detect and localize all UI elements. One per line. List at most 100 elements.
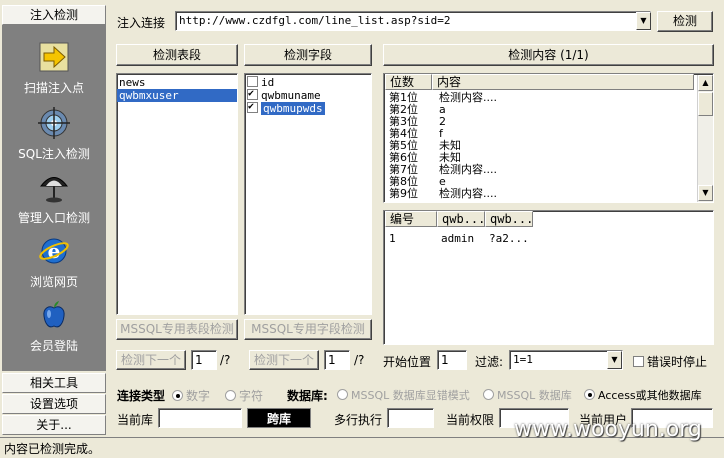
- content-grid[interactable]: 位数 内容 第1位 检测内容.... 第2位 a 第3位 2 第4位 f 第5位 未知 第6位 未知第…: [383, 73, 714, 203]
- field-page-total: /?: [354, 353, 365, 367]
- stop-on-error-option[interactable]: 错误时停止: [633, 353, 707, 370]
- nav-scan-injection[interactable]: 扫描注入点: [2, 37, 106, 99]
- field-checkbox[interactable]: [247, 100, 258, 113]
- tab-related-tools[interactable]: 相关工具: [2, 373, 106, 393]
- type-numeric-radio[interactable]: [172, 390, 183, 401]
- fields-list[interactable]: id qwbmuname qwbmupwds: [244, 73, 372, 315]
- db-mssql-error-option[interactable]: MSSQL 数据库显错模式: [337, 387, 470, 403]
- chevron-down-icon: ▼: [611, 355, 618, 364]
- connection-type-label: 连接类型: [117, 389, 166, 403]
- db-mssql-label: MSSQL 数据库: [497, 389, 572, 402]
- field-name: qwbmupwds: [261, 102, 325, 115]
- current-db-label: 当前库: [117, 413, 154, 427]
- stop-on-error-checkbox[interactable]: [633, 356, 644, 367]
- sidebar: 注入检测 扫描注入点 SQL注入检测 管理入口检测 e 浏览网页 会员登陆 相关…: [0, 0, 108, 437]
- list-item[interactable]: news: [117, 76, 237, 89]
- detect-content-button[interactable]: 检测内容 (1/1): [383, 44, 714, 66]
- result-header-id[interactable]: 编号: [385, 211, 437, 227]
- svg-text:e: e: [48, 239, 61, 263]
- list-item[interactable]: id: [245, 76, 371, 89]
- next-table-button[interactable]: 检测下一个: [116, 350, 186, 370]
- cell-content: 检测内容....: [439, 163, 497, 176]
- table-row[interactable]: 1 admin ?a2...: [389, 232, 529, 245]
- cell-id: 1: [389, 232, 396, 245]
- status-text: 内容已检测完成。: [4, 442, 101, 456]
- detect-tables-button[interactable]: 检测表段: [116, 44, 238, 66]
- db-mssql-error-radio[interactable]: [337, 389, 348, 400]
- nav-admin-entry[interactable]: 管理入口检测: [2, 167, 106, 229]
- next-field-button[interactable]: 检测下一个: [249, 350, 319, 370]
- nav-browse-web[interactable]: e 浏览网页: [2, 231, 106, 293]
- db-mssql-radio[interactable]: [483, 389, 494, 400]
- field-checkbox[interactable]: [247, 87, 258, 100]
- type-char-radio[interactable]: [225, 390, 236, 401]
- detect-fields-button[interactable]: 检测字段: [244, 44, 372, 66]
- current-priv-label: 当前权限: [446, 413, 495, 427]
- cell-position: 第9位: [389, 187, 418, 200]
- tab-injection-detect[interactable]: 注入检测: [2, 5, 106, 25]
- table-page-value: 1: [195, 353, 203, 367]
- type-numeric-label: 数字: [186, 389, 211, 403]
- ie-browser-icon: e: [39, 238, 69, 264]
- arrow-right-icon: [39, 42, 69, 72]
- nav-label: SQL注入检测: [18, 147, 90, 161]
- nav-member-login[interactable]: 会员登陆: [2, 295, 106, 357]
- type-char-label: 字符: [239, 389, 264, 403]
- db-access-option[interactable]: Access或其他数据库: [584, 387, 702, 403]
- start-position-input[interactable]: 1: [437, 350, 467, 370]
- cell-password: ?a2...: [489, 232, 529, 245]
- cell-content: 检测内容....: [439, 91, 497, 104]
- type-char-option[interactable]: 字符: [225, 387, 263, 404]
- list-item[interactable]: qwbmxuser: [117, 89, 237, 102]
- list-item[interactable]: qwbmupwds: [245, 100, 371, 115]
- database-label: 数据库:: [287, 389, 328, 403]
- table-row[interactable]: 第9位 检测内容....: [389, 187, 497, 200]
- table-page-total: /?: [220, 353, 231, 367]
- result-grid[interactable]: 编号 qwb... qwb... 1 admin ?a2...: [383, 210, 714, 345]
- tab-settings[interactable]: 设置选项: [2, 394, 106, 414]
- scroll-down-icon[interactable]: ▼: [698, 185, 713, 201]
- cross-db-button[interactable]: 跨库: [247, 408, 311, 428]
- tab-about[interactable]: 关于...: [2, 415, 106, 435]
- apple-icon: [43, 301, 65, 328]
- nav-label: 管理入口检测: [17, 211, 90, 225]
- mssql-field-detect-button[interactable]: MSSQL专用字段检测: [244, 319, 372, 340]
- current-db-input[interactable]: [158, 408, 242, 428]
- multi-exec-label: 多行执行: [334, 413, 383, 427]
- field-name: qwbmuname: [261, 89, 321, 102]
- db-access-radio[interactable]: [584, 389, 595, 400]
- field-checkbox[interactable]: [247, 76, 258, 87]
- url-dropdown-button[interactable]: ▼: [636, 12, 651, 30]
- multi-exec-input[interactable]: [387, 408, 434, 428]
- content-header-position[interactable]: 位数: [385, 74, 432, 90]
- mssql-table-detect-button[interactable]: MSSQL专用表段检测: [116, 319, 238, 340]
- content-scrollbar[interactable]: ▲ ▼: [697, 75, 713, 202]
- url-input[interactable]: http://www.czdfgl.com/line_list.asp?sid=…: [175, 11, 651, 31]
- umbrella-icon: [39, 177, 69, 203]
- watermark: www.wooyun.org: [514, 417, 702, 442]
- scroll-up-icon[interactable]: ▲: [698, 75, 713, 91]
- db-mssql-option[interactable]: MSSQL 数据库: [483, 387, 572, 403]
- nav-label: 会员登陆: [29, 339, 78, 353]
- nav-sql-injection[interactable]: SQL注入检测: [2, 103, 106, 165]
- type-numeric-option[interactable]: 数字: [172, 387, 210, 404]
- filter-dropdown-button[interactable]: ▼: [607, 351, 622, 369]
- stop-on-error-label: 错误时停止: [647, 355, 708, 369]
- field-page-input[interactable]: 1: [324, 350, 350, 370]
- result-header-col2[interactable]: qwb...: [485, 211, 533, 227]
- tables-list[interactable]: news qwbmxuser: [116, 73, 238, 315]
- field-page-value: 1: [328, 353, 336, 367]
- check-button[interactable]: 检测: [657, 11, 713, 32]
- db-access-label: Access或其他数据库: [598, 389, 702, 402]
- nav-label: 扫描注入点: [23, 81, 84, 95]
- list-item[interactable]: qwbmuname: [245, 87, 371, 102]
- filter-select[interactable]: 1=1: [509, 350, 623, 370]
- result-header-col1[interactable]: qwb...: [437, 211, 485, 227]
- start-position-label: 开始位置: [383, 355, 432, 369]
- content-header-content[interactable]: 内容: [432, 74, 694, 90]
- db-mssql-error-label: MSSQL 数据库显错模式: [351, 389, 470, 402]
- scroll-thumb[interactable]: [698, 92, 713, 116]
- url-value: http://www.czdfgl.com/line_list.asp?sid=…: [179, 14, 451, 27]
- url-label: 注入连接: [117, 16, 166, 30]
- table-page-input[interactable]: 1: [191, 350, 217, 370]
